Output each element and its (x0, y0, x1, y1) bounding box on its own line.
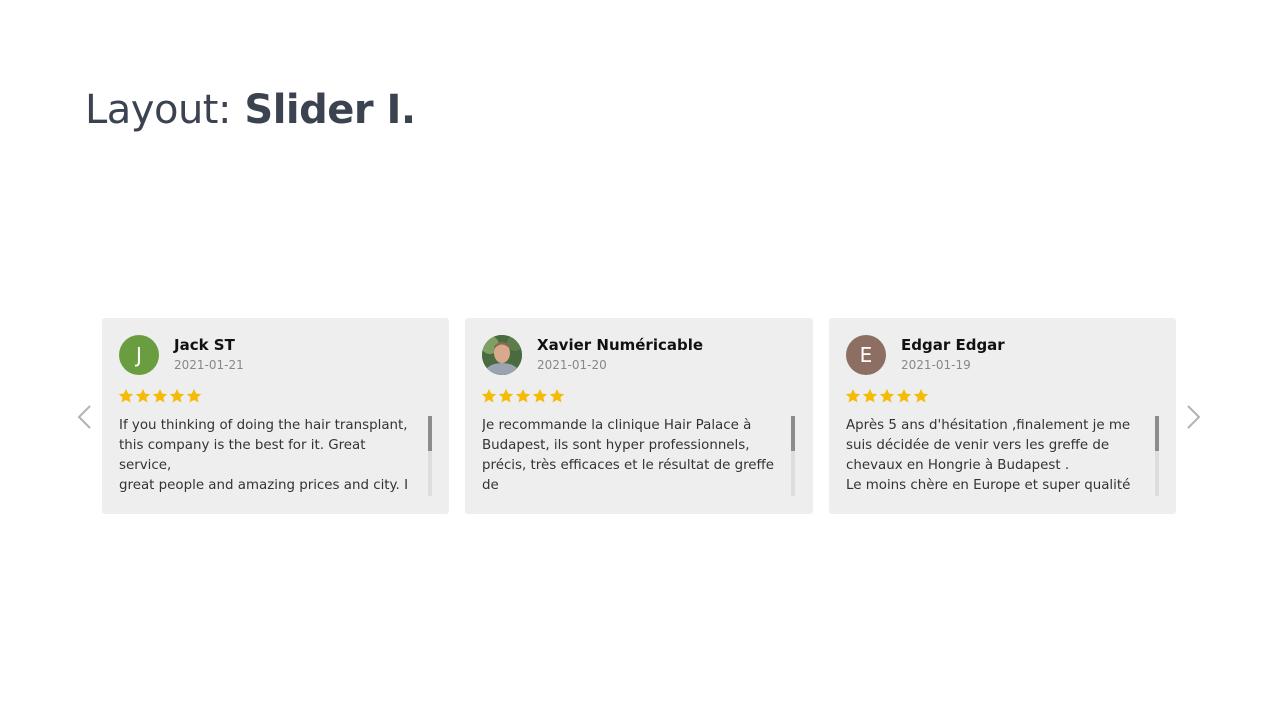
review-text: If you thinking of doing the hair transp… (119, 418, 409, 493)
chevron-right-icon[interactable] (1179, 402, 1207, 432)
review-date: 2021-01-20 (537, 358, 607, 372)
star-icon (152, 389, 168, 403)
review-date: 2021-01-21 (174, 358, 244, 372)
star-icon (532, 389, 548, 403)
star-icon (913, 389, 929, 403)
star-icon (862, 389, 878, 403)
star-icon (498, 389, 514, 403)
review-date: 2021-01-19 (901, 358, 971, 372)
scrollbar-thumb[interactable] (791, 416, 795, 451)
scrollbar-thumb[interactable] (428, 416, 432, 451)
title-main: Slider I. (244, 87, 416, 133)
scrollbar-thumb[interactable] (1155, 416, 1159, 451)
star-icon (879, 389, 895, 403)
star-icon (549, 389, 565, 403)
review-card: Xavier Numéricable 2021-01-20 Je recomma… (465, 318, 813, 514)
review-card: E Edgar Edgar 2021-01-19 Après 5 ans d'h… (829, 318, 1176, 514)
review-text: Je recommande la clinique Hair Palace à … (482, 418, 775, 493)
chevron-left-icon[interactable] (71, 402, 99, 432)
star-icon (481, 389, 497, 403)
reviewer-name: Jack ST (174, 336, 235, 354)
review-scrollbar[interactable] (428, 416, 432, 496)
star-rating (118, 388, 202, 408)
avatar: J (119, 335, 159, 375)
avatar: E (846, 335, 886, 375)
star-icon (845, 389, 861, 403)
star-icon (186, 389, 202, 403)
reviewer-name: Edgar Edgar (901, 336, 1005, 354)
star-icon (135, 389, 151, 403)
review-scrollbar[interactable] (791, 416, 795, 496)
review-card: J Jack ST 2021-01-21 If you thinking of … (102, 318, 449, 514)
star-icon (515, 389, 531, 403)
star-icon (896, 389, 912, 403)
star-icon (118, 389, 134, 403)
review-text: Après 5 ans d'hésitation ,finalement je … (846, 418, 1131, 493)
reviewer-name: Xavier Numéricable (537, 336, 704, 354)
star-rating (845, 388, 929, 408)
person-photo-icon (482, 335, 522, 375)
star-icon (169, 389, 185, 403)
review-scrollbar[interactable] (1155, 416, 1159, 496)
title-prefix: Layout: (85, 87, 231, 133)
star-rating (481, 388, 565, 408)
review-slider: J Jack ST 2021-01-21 If you thinking of … (0, 318, 1280, 514)
page-title: Layout: Slider I. (85, 84, 416, 136)
